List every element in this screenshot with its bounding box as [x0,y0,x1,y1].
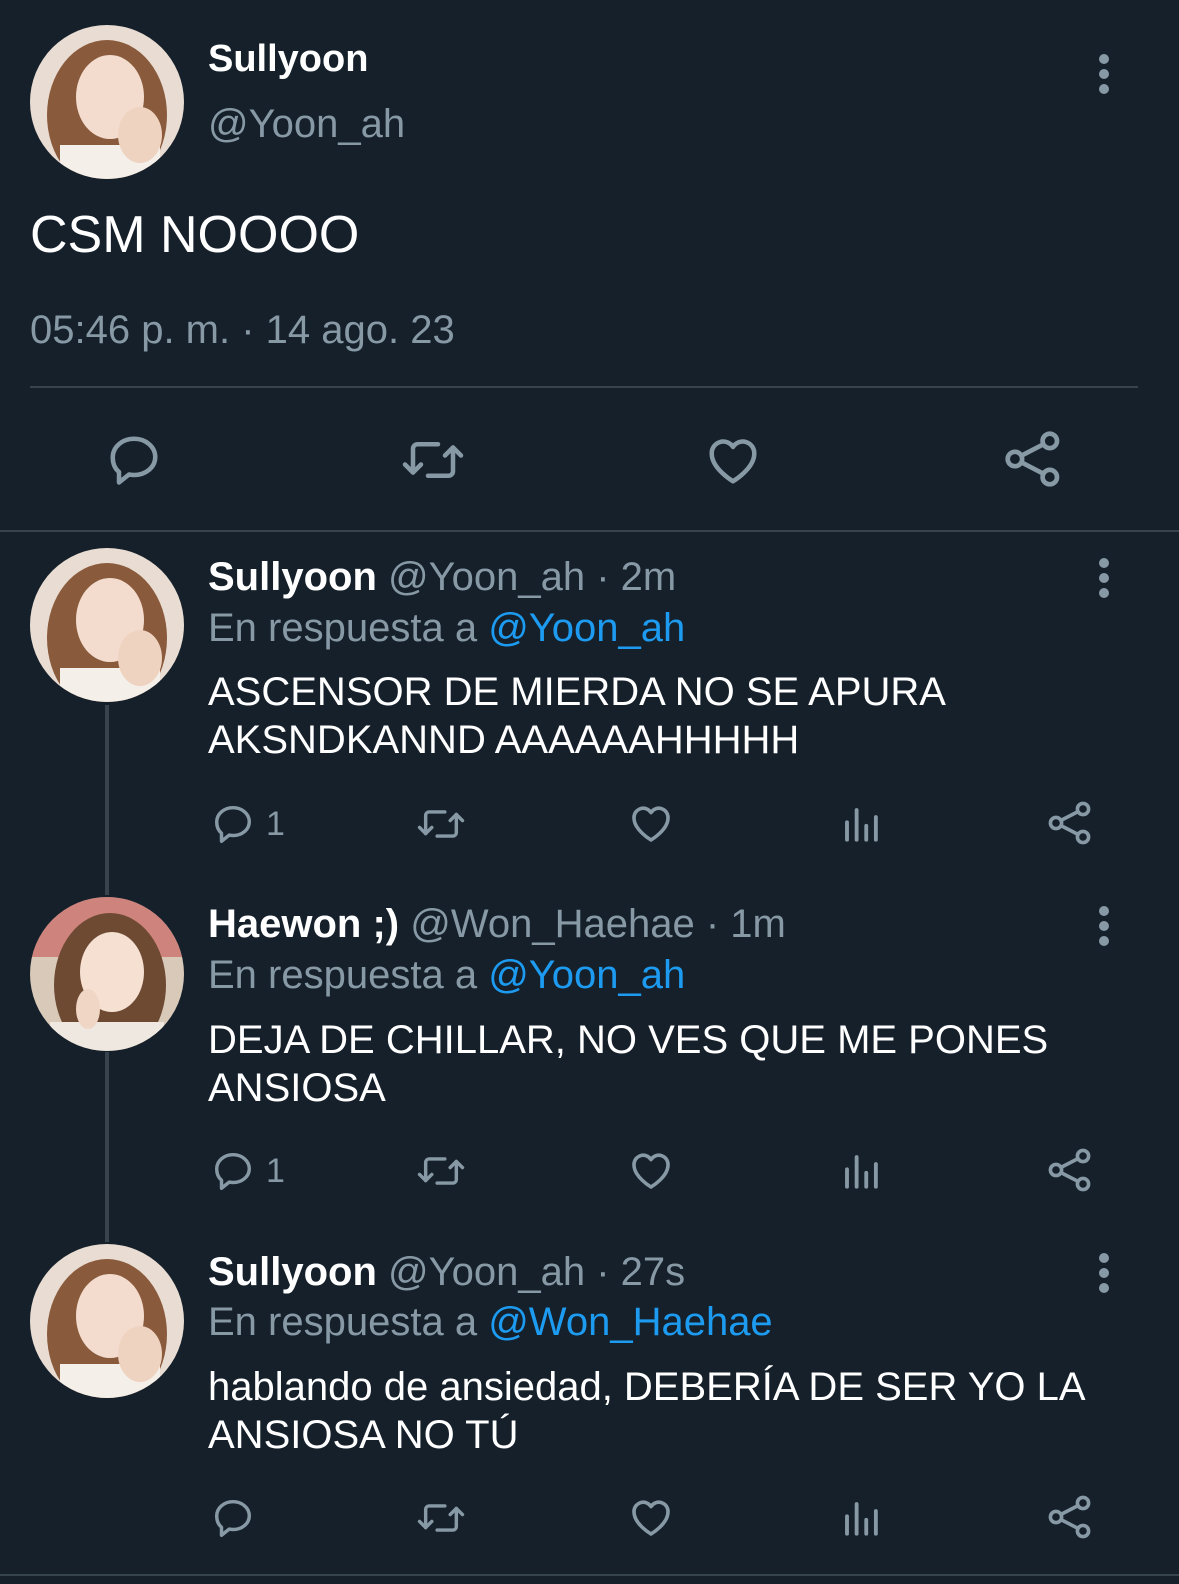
bottom-divider [0,1574,1179,1576]
reply-text-line: DEJA DE CHILLAR, NO VES QUE ME PONES [208,1018,1049,1062]
avatar[interactable] [30,1244,184,1398]
author-name[interactable]: Sullyoon [208,1250,377,1294]
author-handle-time[interactable]: @Yoon_ah · 27s [388,1250,685,1294]
reply-text-line: hablando de ansiedad, DEBERÍA DE SER YO … [208,1365,1086,1409]
reply-context: En respuesta a @Yoon_ah [208,606,685,651]
analytics-icon[interactable] [840,1150,882,1192]
reply-text-line: ASCENSOR DE MIERDA NO SE APURA [208,670,946,714]
more-options-icon[interactable] [1084,556,1124,606]
author-name[interactable]: Sullyoon [208,555,377,599]
avatar[interactable] [30,897,184,1051]
reply-header: Haewon ;) @Won_Haehae · 1m [208,902,786,947]
reply-count: 1 [266,805,285,843]
more-options-icon[interactable] [1084,52,1124,102]
author-name[interactable]: Sullyoon [208,38,368,81]
share-icon[interactable] [1046,799,1094,847]
reply-context: En respuesta a @Won_Haehae [208,1300,773,1345]
reply-prefix: En respuesta a [208,1300,478,1344]
reply-icon[interactable] [210,801,256,847]
reply-text-line: AKSNDKANND AAAAAAHHHHH [208,718,800,762]
share-icon[interactable] [1002,428,1064,490]
section-divider [0,530,1179,532]
tweet-timestamp: 05:46 p. m. · 14 ago. 23 [30,308,455,352]
reply-icon[interactable] [210,1495,256,1541]
thread-line [105,705,109,895]
reply-icon[interactable] [104,430,164,490]
author-handle[interactable]: @Yoon_ah [208,102,405,147]
retweet-icon[interactable] [414,1495,468,1541]
analytics-icon[interactable] [840,1497,882,1539]
like-icon[interactable] [627,1146,675,1194]
analytics-icon[interactable] [840,803,882,845]
reply-icon[interactable] [210,1148,256,1194]
thread-line [105,1052,109,1242]
reply-text-line: ANSIOSA [208,1066,386,1110]
mention-link[interactable]: @Yoon_ah [488,606,685,650]
more-options-icon[interactable] [1084,1251,1124,1301]
like-icon[interactable] [627,799,675,847]
more-options-icon[interactable] [1084,904,1124,954]
author-handle-time[interactable]: @Yoon_ah · 2m [388,555,676,599]
retweet-icon[interactable] [414,1148,468,1194]
reply-header: Sullyoon @Yoon_ah · 27s [208,1250,685,1295]
like-icon[interactable] [627,1493,675,1541]
divider [30,386,1138,388]
reply-prefix: En respuesta a [208,606,478,650]
mention-link[interactable]: @Yoon_ah [488,953,685,997]
author-handle-time[interactable]: @Won_Haehae · 1m [410,902,786,946]
retweet-icon[interactable] [400,430,466,490]
share-icon[interactable] [1046,1146,1094,1194]
like-icon[interactable] [703,430,763,490]
reply-header: Sullyoon @Yoon_ah · 2m [208,555,676,600]
share-icon[interactable] [1046,1493,1094,1541]
reply-context: En respuesta a @Yoon_ah [208,953,685,998]
avatar[interactable] [30,25,184,179]
avatar[interactable] [30,548,184,702]
reply-count: 1 [266,1152,285,1190]
mention-link[interactable]: @Won_Haehae [488,1300,773,1344]
retweet-icon[interactable] [414,801,468,847]
reply-text-line: ANSIOSA NO TÚ [208,1413,519,1457]
author-name[interactable]: Haewon ;) [208,902,399,946]
tweet-text: CSM NOOOO [30,206,360,264]
reply-prefix: En respuesta a [208,953,478,997]
